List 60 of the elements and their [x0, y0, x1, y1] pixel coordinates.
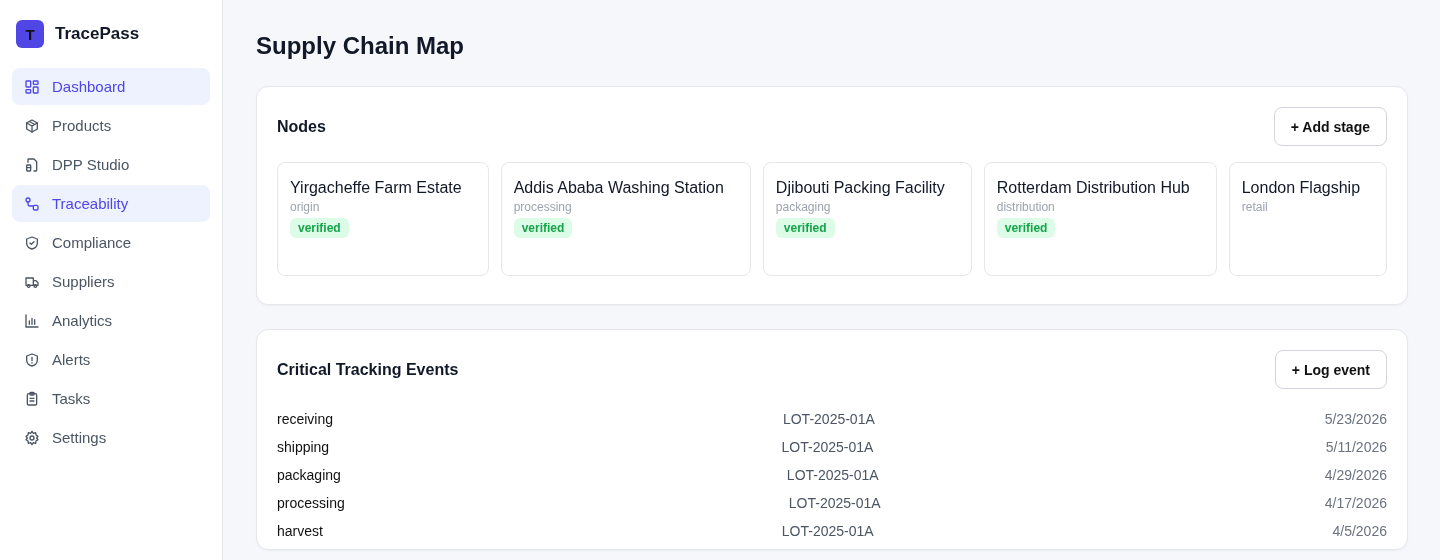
shield-check-icon	[24, 234, 40, 251]
node-card[interactable]: London Flagship retail	[1228, 162, 1387, 276]
node-stage: retail	[1241, 200, 1269, 214]
document-icon	[24, 156, 40, 173]
lot-number: LOT-2025-01A	[782, 411, 875, 427]
lot-number: LOT-2025-01A	[781, 523, 874, 539]
status-badge: verified	[775, 218, 835, 238]
log-event-button[interactable]: + Log event	[1274, 350, 1387, 389]
dashboard-icon	[24, 78, 40, 95]
node-stage: packaging	[775, 200, 832, 214]
event-type: harvest	[277, 523, 323, 539]
event-date: 5/11/2026	[1325, 439, 1387, 455]
sidebar-item[interactable]: DPP Studio	[12, 146, 210, 183]
lot-number: LOT-2025-01A	[788, 495, 881, 511]
node-card[interactable]: Djibouti Packing Facility packaging verified	[762, 162, 972, 276]
sidebar-item[interactable]: Tasks	[12, 380, 210, 417]
clipboard-icon	[24, 390, 40, 407]
event-date: 4/29/2026	[1324, 467, 1387, 483]
status-badge: verified	[290, 218, 349, 238]
route-icon	[24, 195, 40, 212]
section-title: Critical Tracking Events	[277, 360, 459, 379]
event-type: receiving	[277, 411, 334, 427]
node-card[interactable]: Rotterdam Distribution Hub distribution verified	[983, 162, 1217, 276]
node-name: Yirgacheffe Farm Estate	[290, 178, 463, 198]
event-type: processing	[277, 495, 345, 511]
package-icon	[24, 117, 40, 134]
sidebar-item[interactable]: Compliance	[12, 224, 210, 261]
node-stage: processing	[513, 200, 573, 214]
app-name: TracePass	[55, 24, 140, 44]
sidebar-item[interactable]: Dashboard	[12, 68, 210, 105]
bar-chart-icon	[24, 312, 40, 329]
section-title: Nodes	[277, 117, 326, 136]
app-logo: T	[16, 20, 44, 48]
sidebar-item[interactable]: Traceability	[12, 185, 210, 222]
sidebar-item[interactable]: Settings	[12, 419, 210, 456]
node-stage: origin	[290, 200, 321, 214]
lot-number: LOT-2025-01A	[781, 439, 874, 455]
sidebar-item[interactable]: Alerts	[12, 341, 210, 378]
event-date: 4/17/2026	[1324, 495, 1387, 511]
status-badge: verified	[996, 218, 1056, 238]
node-stage: distribution	[996, 200, 1056, 214]
sidebar-item[interactable]: Suppliers	[12, 263, 210, 300]
shield-alert-icon	[24, 351, 40, 368]
node-name: Rotterdam Distribution Hub	[996, 178, 1191, 198]
status-badge: verified	[513, 218, 573, 238]
node-card[interactable]: Yirgacheffe Farm Estate origin verified	[277, 162, 489, 276]
add-stage-button[interactable]: + Add stage	[1273, 107, 1387, 146]
settings-icon	[24, 429, 40, 446]
event-date: 5/23/2026	[1324, 411, 1387, 427]
sidebar-item[interactable]: Products	[12, 107, 210, 144]
node-name: London Flagship	[1241, 178, 1362, 198]
lot-number: LOT-2025-01A	[786, 467, 879, 483]
page-title: Supply Chain Map	[256, 32, 465, 60]
event-date: 4/5/2026	[1332, 523, 1387, 539]
node-card[interactable]: Addis Ababa Washing Station processing verified	[500, 162, 751, 276]
event-type: packaging	[277, 467, 341, 483]
event-type: shipping	[277, 439, 330, 455]
node-name: Addis Ababa Washing Station	[513, 178, 725, 198]
node-name: Djibouti Packing Facility	[775, 178, 946, 198]
sidebar-item[interactable]: Analytics	[12, 302, 210, 339]
